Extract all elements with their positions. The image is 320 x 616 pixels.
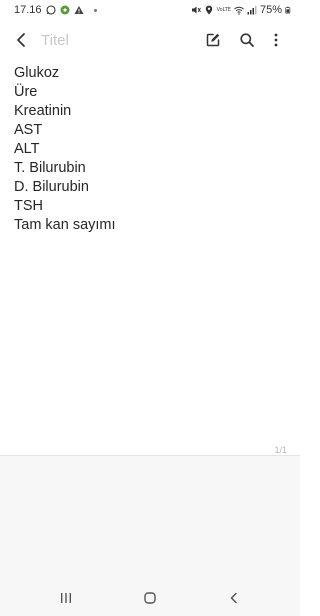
more-vertical-icon (274, 33, 278, 47)
recents-button[interactable] (56, 589, 76, 607)
search-icon (240, 33, 254, 47)
status-left: 17.16 (0, 4, 97, 16)
back-arrow-icon (17, 33, 25, 47)
note-line: Kreatinin (14, 103, 72, 119)
edit-button[interactable] (203, 30, 223, 50)
battery-icon (285, 6, 291, 14)
edit-icon (206, 33, 220, 47)
more-options-button[interactable] (266, 30, 286, 50)
back-nav-button[interactable] (224, 589, 244, 607)
app-bar (0, 24, 300, 54)
page-indicator: 1/1 (274, 445, 287, 455)
note-line: D. Bilurubin (14, 179, 89, 195)
warning-icon (74, 6, 84, 14)
recents-icon (61, 593, 71, 603)
back-icon (230, 592, 237, 604)
note-line: Üre (14, 84, 38, 100)
whatsapp-icon (45, 5, 56, 15)
volte-icon: VoLTE (216, 6, 231, 13)
note-line: Tam kan sayımı (14, 217, 116, 233)
note-line: T. Bilurubin (14, 160, 86, 176)
note-line: TSH (14, 198, 43, 214)
home-button[interactable] (140, 589, 160, 607)
location-icon (205, 5, 212, 15)
note-line: AST (14, 122, 43, 138)
status-time: 17.16 (14, 4, 42, 16)
battery-percent: 75% (259, 4, 282, 16)
home-icon (144, 592, 156, 604)
title-input[interactable] (41, 30, 181, 50)
status-right: VoLTE 75% (191, 4, 300, 16)
wifi-icon (234, 6, 244, 15)
back-button[interactable] (10, 29, 32, 51)
note-body[interactable]: Glukoz Üre Kreatinin AST ALT T. Bilurubi… (14, 64, 284, 235)
bottom-panel (0, 456, 300, 580)
dot-icon (93, 8, 97, 12)
status-bar: 17.16 VoLTE 75% (0, 0, 300, 20)
mute-icon (191, 6, 201, 14)
app-notification-icon (60, 5, 70, 15)
search-button[interactable] (237, 30, 257, 50)
navigation-bar (0, 580, 300, 616)
note-line: Glukoz (14, 65, 60, 81)
signal-icon (247, 6, 257, 15)
note-line: ALT (14, 141, 40, 157)
